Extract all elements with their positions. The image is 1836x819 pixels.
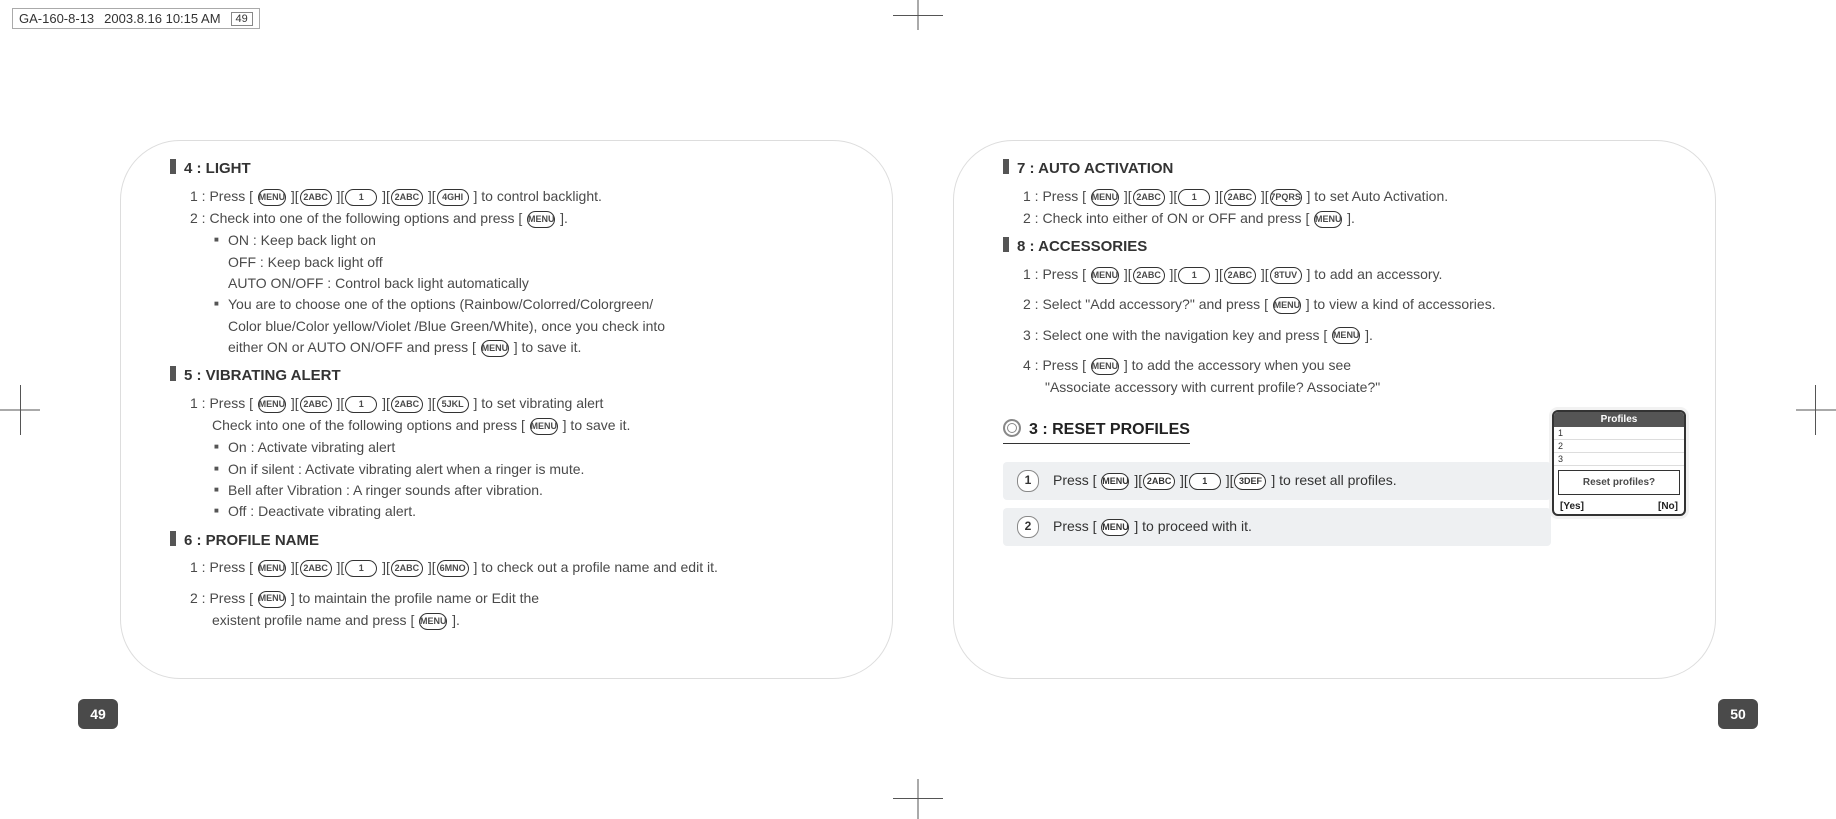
key-2-icon: 2ABC <box>1224 267 1256 284</box>
profile-step1: 1 : Press [ MENU ][2ABC ][1 ][2ABC ][6MN… <box>190 557 843 577</box>
key-2-icon: 2ABC <box>1133 267 1165 284</box>
menu-key-icon: MENU <box>1091 267 1119 284</box>
key-2-icon: 2ABC <box>300 189 332 206</box>
crop-mark-top <box>893 0 943 30</box>
print-file: GA-160-8-13 <box>19 11 94 26</box>
key-2-icon: 2ABC <box>300 396 332 413</box>
light-opt-on: ON : Keep back light on <box>214 230 843 250</box>
page-number-left: 49 <box>78 699 118 729</box>
crop-mark-right <box>1796 385 1836 435</box>
light-step2: 2 : Check into one of the following opti… <box>190 208 843 228</box>
key-6-icon: 6MNO <box>437 560 469 577</box>
crop-mark-bottom <box>893 779 943 819</box>
light-note-b: Color blue/Color yellow/Violet /Blue Gre… <box>228 316 843 336</box>
key-7-icon: 7PQRS <box>1270 189 1302 206</box>
key-1-icon: 1 <box>345 560 377 577</box>
vib-opt-bell: Bell after Vibration : A ringer sounds a… <box>214 480 843 500</box>
vib-opt-on: On : Activate vibrating alert <box>214 437 843 457</box>
acc-step1: 1 : Press [ MENU ][2ABC ][1 ][2ABC ][8TU… <box>1023 264 1676 284</box>
step-badge-2: 2 <box>1017 516 1039 538</box>
menu-key-icon: MENU <box>258 560 286 577</box>
menu-key-icon: MENU <box>1091 189 1119 206</box>
key-2-icon: 2ABC <box>391 189 423 206</box>
menu-key-icon: MENU <box>481 340 509 357</box>
vib-opt-off: Off : Deactivate vibrating alert. <box>214 501 843 521</box>
menu-key-icon: MENU <box>258 396 286 413</box>
section-reset-title: 3 : RESET PROFILES <box>1003 418 1190 444</box>
key-1-icon: 1 <box>345 396 377 413</box>
auto-step1: 1 : Press [ MENU ][2ABC ][1 ][2ABC ][7PQ… <box>1023 186 1676 206</box>
key-1-icon: 1 <box>1178 267 1210 284</box>
print-header: GA-160-8-13 2003.8.16 10:15 AM 49 <box>12 8 260 29</box>
reset-step1: 1 Press [ MENU ][2ABC ][1 ][3DEF ] to re… <box>1003 462 1551 500</box>
light-step1: 1 : Press [ MENU ][2ABC ][1 ][2ABC ][4GH… <box>190 186 843 206</box>
light-opt-auto: AUTO ON/OFF : Control back light automat… <box>228 273 843 293</box>
key-4-icon: 4GHI <box>437 189 469 206</box>
print-timestamp: 2003.8.16 10:15 AM <box>104 11 220 26</box>
menu-key-icon: MENU <box>1314 211 1342 228</box>
ring-bullet-icon <box>1003 419 1021 437</box>
light-note-c: either ON or AUTO ON/OFF and press [ MEN… <box>228 337 843 357</box>
menu-key-icon: MENU <box>1273 297 1301 314</box>
profile-step2b: existent profile name and press [ MENU ]… <box>212 610 843 630</box>
key-3-icon: 3DEF <box>1234 473 1266 490</box>
crop-mark-left <box>0 385 40 435</box>
light-note-a: You are to choose one of the options (Ra… <box>214 294 843 314</box>
key-8-icon: 8TUV <box>1270 267 1302 284</box>
menu-key-icon: MENU <box>419 613 447 630</box>
profile-step2: 2 : Press [ MENU ] to maintain the profi… <box>190 588 843 608</box>
section-profile-title: 6 : PROFILE NAME <box>170 530 843 552</box>
acc-step3: 3 : Select one with the navigation key a… <box>1023 325 1676 345</box>
key-1-icon: 1 <box>1178 189 1210 206</box>
reset-step2: 2 Press [ MENU ] to proceed with it. <box>1003 508 1551 546</box>
section-light-title: 4 : LIGHT <box>170 158 843 180</box>
section-vibrating-title: 5 : VIBRATING ALERT <box>170 365 843 387</box>
menu-key-icon: MENU <box>1332 327 1360 344</box>
key-1-icon: 1 <box>345 189 377 206</box>
menu-key-icon: MENU <box>1101 473 1129 490</box>
acc-step4b: "Associate accessory with current profil… <box>1045 377 1676 397</box>
section-accessories-title: 8 : ACCESSORIES <box>1003 236 1676 258</box>
auto-step2: 2 : Check into either of ON or OFF and p… <box>1023 208 1676 228</box>
vib-opt-silent: On if silent : Activate vibrating alert … <box>214 459 843 479</box>
key-1-icon: 1 <box>1189 473 1221 490</box>
menu-key-icon: MENU <box>258 591 286 608</box>
menu-key-icon: MENU <box>1091 358 1119 375</box>
section-auto-title: 7 : AUTO ACTIVATION <box>1003 158 1676 180</box>
menu-key-icon: MENU <box>1101 519 1129 536</box>
key-2-icon: 2ABC <box>1143 473 1175 490</box>
key-2-icon: 2ABC <box>1224 189 1256 206</box>
print-page-marker: 49 <box>231 12 253 26</box>
key-2-icon: 2ABC <box>391 560 423 577</box>
vib-step1b: Check into one of the following options … <box>212 415 843 435</box>
page-number-right: 50 <box>1718 699 1758 729</box>
light-opt-off: OFF : Keep back light off <box>228 252 843 272</box>
key-2-icon: 2ABC <box>300 560 332 577</box>
key-2-icon: 2ABC <box>391 396 423 413</box>
menu-key-icon: MENU <box>527 211 555 228</box>
acc-step2: 2 : Select "Add accessory?" and press [ … <box>1023 294 1676 314</box>
acc-step4: 4 : Press [ MENU ] to add the accessory … <box>1023 355 1676 375</box>
menu-key-icon: MENU <box>258 189 286 206</box>
key-5-icon: 5JKL <box>437 396 469 413</box>
vib-step1: 1 : Press [ MENU ][2ABC ][1 ][2ABC ][5JK… <box>190 393 843 413</box>
menu-key-icon: MENU <box>530 418 558 435</box>
step-badge-1: 1 <box>1017 470 1039 492</box>
key-2-icon: 2ABC <box>1133 189 1165 206</box>
